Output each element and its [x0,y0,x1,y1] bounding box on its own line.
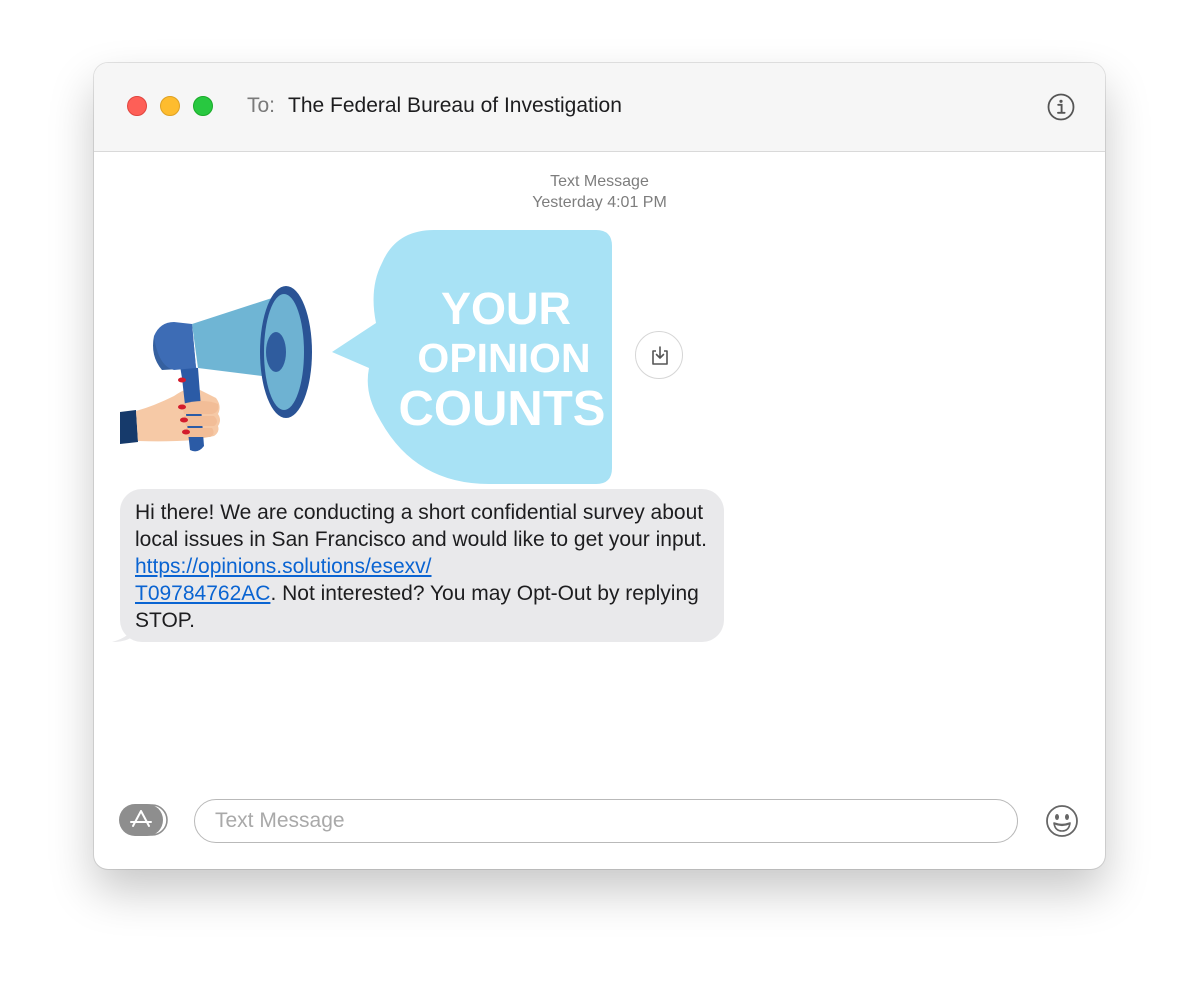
info-icon [1047,93,1075,121]
message-service-label: Text Message [550,173,649,190]
message-input[interactable] [194,799,1018,843]
incoming-message-bubble[interactable]: Hi there! We are conducting a short conf… [112,489,724,642]
image-text-line1: YOUR [441,283,571,334]
apps-button[interactable] [119,804,169,836]
messages-window: To: The Federal Bureau of Investigation … [94,63,1105,869]
app-store-icon [119,804,168,836]
survey-link-part2: T09784762AC [135,582,271,605]
bubble-tail [112,622,134,642]
title-bar: To: The Federal Bureau of Investigation [94,63,1105,152]
to-label: To: [247,94,276,117]
close-window-button[interactable] [127,96,147,116]
message-text: Hi there! We are conducting a short conf… [135,501,707,551]
zoom-window-button[interactable] [193,96,213,116]
image-text-line2: OPINION [417,335,590,381]
emoji-icon [1046,805,1078,837]
emoji-button[interactable] [1045,804,1079,838]
survey-link-part1: https://opinions.solutions/esexv/ [135,555,432,578]
info-button[interactable] [1047,93,1075,121]
save-download-icon [652,346,668,365]
recipient-name[interactable]: The Federal Bureau of Investigation [288,94,622,118]
save-image-button[interactable] [635,331,683,379]
minimize-window-button[interactable] [160,96,180,116]
image-text-line3: COUNTS [399,382,606,436]
megaphone-icon [120,286,312,452]
image-attachment[interactable]: YOUR OPINION COUNTS [114,228,614,488]
message-timestamp: Yesterday 4:01 PM [532,194,667,211]
